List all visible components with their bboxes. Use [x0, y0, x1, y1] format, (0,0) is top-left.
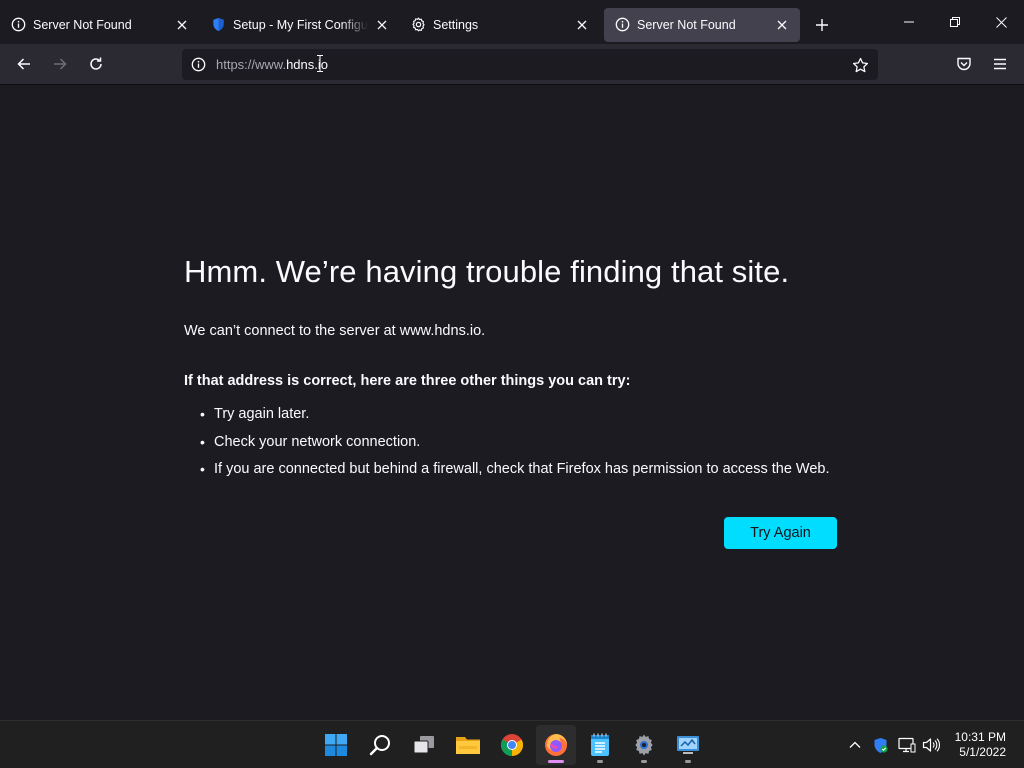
defender-icon[interactable] — [869, 721, 891, 768]
browser-window: Server Not Found Setup - My First Config… — [0, 0, 1024, 768]
tab-strip: Server Not Found Setup - My First Config… — [0, 0, 1024, 44]
url-text[interactable]: https://www.hdns.io — [216, 57, 328, 72]
plus-icon — [816, 18, 828, 31]
app-menu-button[interactable] — [985, 50, 1015, 78]
windows-start-icon[interactable] — [316, 725, 356, 765]
text-cursor-icon — [317, 55, 323, 72]
tab-title: Server Not Found — [33, 17, 132, 32]
url-scheme: https://www. — [216, 57, 287, 72]
pocket-button[interactable] — [949, 50, 979, 78]
minimize-icon — [904, 21, 914, 23]
restore-button[interactable] — [932, 0, 978, 44]
task-view-icon[interactable] — [404, 725, 444, 765]
chrome-icon[interactable] — [492, 725, 532, 765]
running-indicator — [597, 760, 603, 763]
info-icon — [614, 17, 630, 33]
close-window-button[interactable] — [978, 0, 1024, 44]
taskbar: 10:31 PM 5/1/2022 — [0, 720, 1024, 768]
page-content: Hmm. We’re having trouble finding that s… — [0, 86, 1024, 720]
clock-date: 5/1/2022 — [959, 745, 1006, 759]
tab-server-not-found-active[interactable]: Server Not Found — [604, 7, 800, 42]
tab-title: Settings — [433, 17, 479, 32]
notepad-icon[interactable] — [580, 725, 620, 765]
settings-icon[interactable] — [624, 725, 664, 765]
close-icon — [995, 16, 1007, 28]
window-controls — [886, 0, 1024, 44]
error-title: Hmm. We’re having trouble finding that s… — [184, 254, 790, 289]
search-icon[interactable] — [360, 725, 400, 765]
close-tab-icon[interactable] — [774, 17, 790, 33]
url-bar[interactable]: https://www.hdns.io — [182, 49, 878, 80]
new-tab-button[interactable] — [807, 10, 837, 40]
suggestion-item: • Check your network connection. — [200, 433, 421, 450]
restore-icon — [950, 17, 960, 27]
tab-settings[interactable]: Settings — [400, 8, 600, 42]
hamburger-menu-icon — [994, 58, 1006, 70]
back-button[interactable] — [9, 50, 39, 78]
suggestions-list: • Try again later. • Check your network co… — [200, 406, 830, 489]
running-indicator — [641, 760, 647, 763]
suggestions-heading: If that address is correct, here are thr… — [184, 373, 631, 389]
clock[interactable]: 10:31 PM 5/1/2022 — [955, 730, 1006, 760]
reload-button[interactable] — [81, 50, 111, 78]
forward-button[interactable] — [45, 50, 75, 78]
suggestion-item: • Try again later. — [200, 406, 310, 422]
back-arrow-icon — [17, 58, 30, 70]
network-icon[interactable] — [896, 721, 918, 768]
minimize-button[interactable] — [886, 0, 932, 44]
tab-setup[interactable]: Setup - My First Configurati — [200, 8, 400, 42]
clock-time: 10:31 PM — [954, 730, 1006, 744]
gear-icon — [410, 17, 426, 33]
control-panel-icon[interactable] — [668, 725, 708, 765]
tab-title: Server Not Found — [637, 17, 736, 32]
chevron-up-icon[interactable] — [844, 721, 866, 768]
volume-icon[interactable] — [920, 721, 942, 768]
bookmark-star-button[interactable] — [846, 51, 874, 79]
info-icon — [10, 17, 26, 33]
suggestion-item: • If you are connected but behind a firew… — [200, 461, 830, 477]
firefox-icon[interactable] — [536, 725, 576, 765]
close-tab-icon[interactable] — [374, 17, 390, 33]
close-tab-icon[interactable] — [174, 17, 190, 33]
navigation-toolbar: https://www.hdns.io — [0, 44, 1024, 85]
file-explorer-icon[interactable] — [448, 725, 488, 765]
shield-icon — [210, 17, 226, 33]
tab-title: Setup - My First Configurati — [233, 17, 368, 32]
running-indicator — [548, 760, 564, 763]
try-again-button[interactable]: Try Again — [724, 517, 837, 549]
star-icon — [852, 57, 868, 72]
pocket-icon — [957, 57, 971, 71]
running-indicator — [685, 760, 691, 763]
tab-server-not-found-1[interactable]: Server Not Found — [0, 8, 200, 42]
error-description: We can’t connect to the server at www.hd… — [184, 323, 486, 339]
forward-arrow-icon — [54, 58, 67, 70]
close-tab-icon[interactable] — [574, 17, 590, 33]
reload-icon — [90, 57, 102, 70]
site-info-icon[interactable] — [184, 51, 212, 79]
